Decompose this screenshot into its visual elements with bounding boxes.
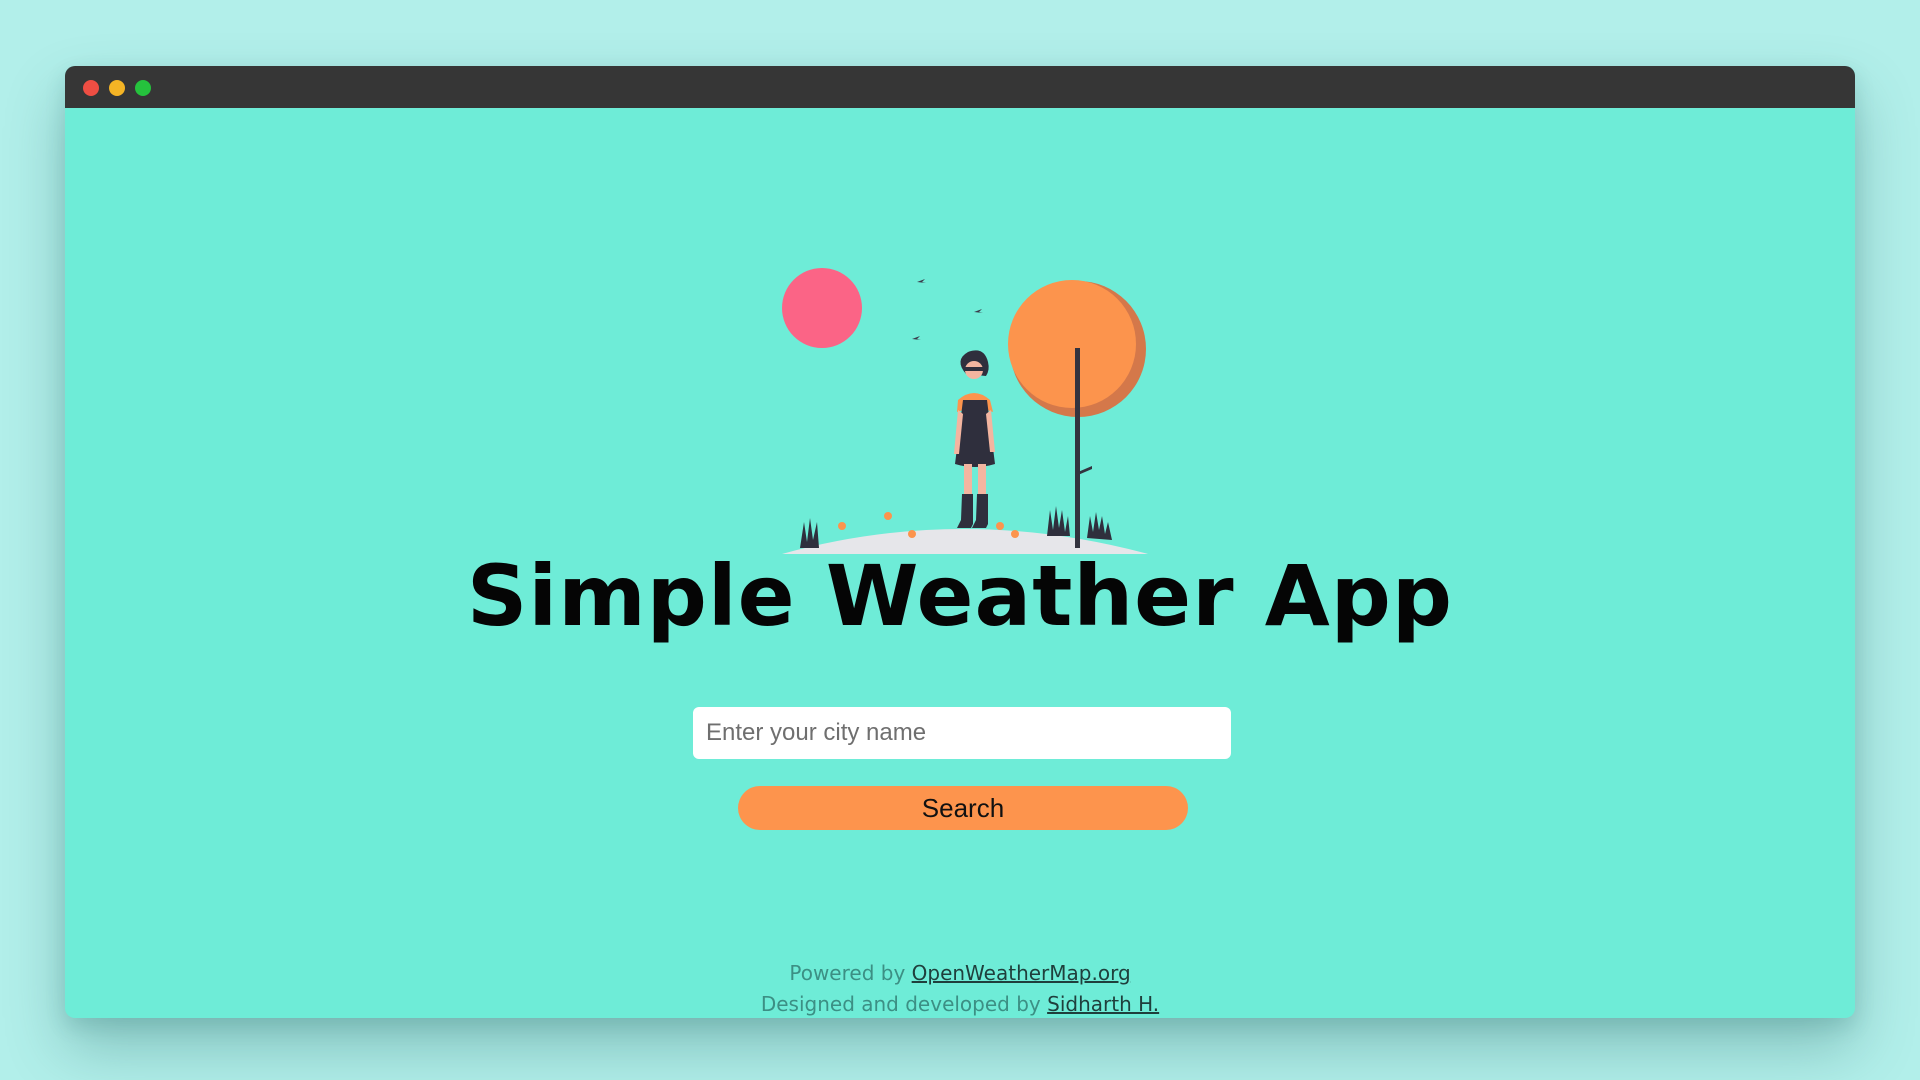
footer-powered-line: Powered by OpenWeatherMap.org (65, 958, 1855, 989)
grass-icon (800, 518, 819, 548)
flower-icon (908, 530, 916, 538)
flower-icon (996, 522, 1004, 530)
flower-icon (838, 522, 846, 530)
bird-icon (917, 279, 926, 283)
footer-credit-line: Designed and developed by Sidharth H. (65, 989, 1855, 1018)
weather-illustration (782, 268, 1148, 554)
maximize-window-button[interactable] (135, 80, 151, 96)
app-content: Simple Weather App Search Powered by Ope… (65, 108, 1855, 1018)
flower-icon (1011, 530, 1019, 538)
bird-icon (912, 336, 921, 340)
footer: Powered by OpenWeatherMap.org Designed a… (65, 958, 1855, 1018)
tree-crown-highlight (1008, 280, 1136, 408)
city-search-input[interactable] (693, 707, 1231, 759)
pink-sun-icon (782, 268, 862, 348)
grass-icon (1047, 506, 1070, 536)
search-button[interactable]: Search (738, 786, 1188, 830)
close-window-button[interactable] (83, 80, 99, 96)
browser-window: Simple Weather App Search Powered by Ope… (65, 66, 1855, 1018)
openweathermap-link[interactable]: OpenWeatherMap.org (912, 961, 1131, 985)
app-title: Simple Weather App (466, 547, 1454, 645)
powered-by-text: Powered by (789, 961, 906, 985)
author-link[interactable]: Sidharth H. (1047, 992, 1159, 1016)
grass-icon (1087, 512, 1112, 540)
tree-trunk-icon (1075, 348, 1080, 548)
bird-icon (974, 309, 983, 313)
minimize-window-button[interactable] (109, 80, 125, 96)
flower-icon (884, 512, 892, 520)
designed-by-text: Designed and developed by (760, 992, 1041, 1016)
woman-figure-icon (954, 350, 995, 528)
window-titlebar (65, 66, 1855, 108)
